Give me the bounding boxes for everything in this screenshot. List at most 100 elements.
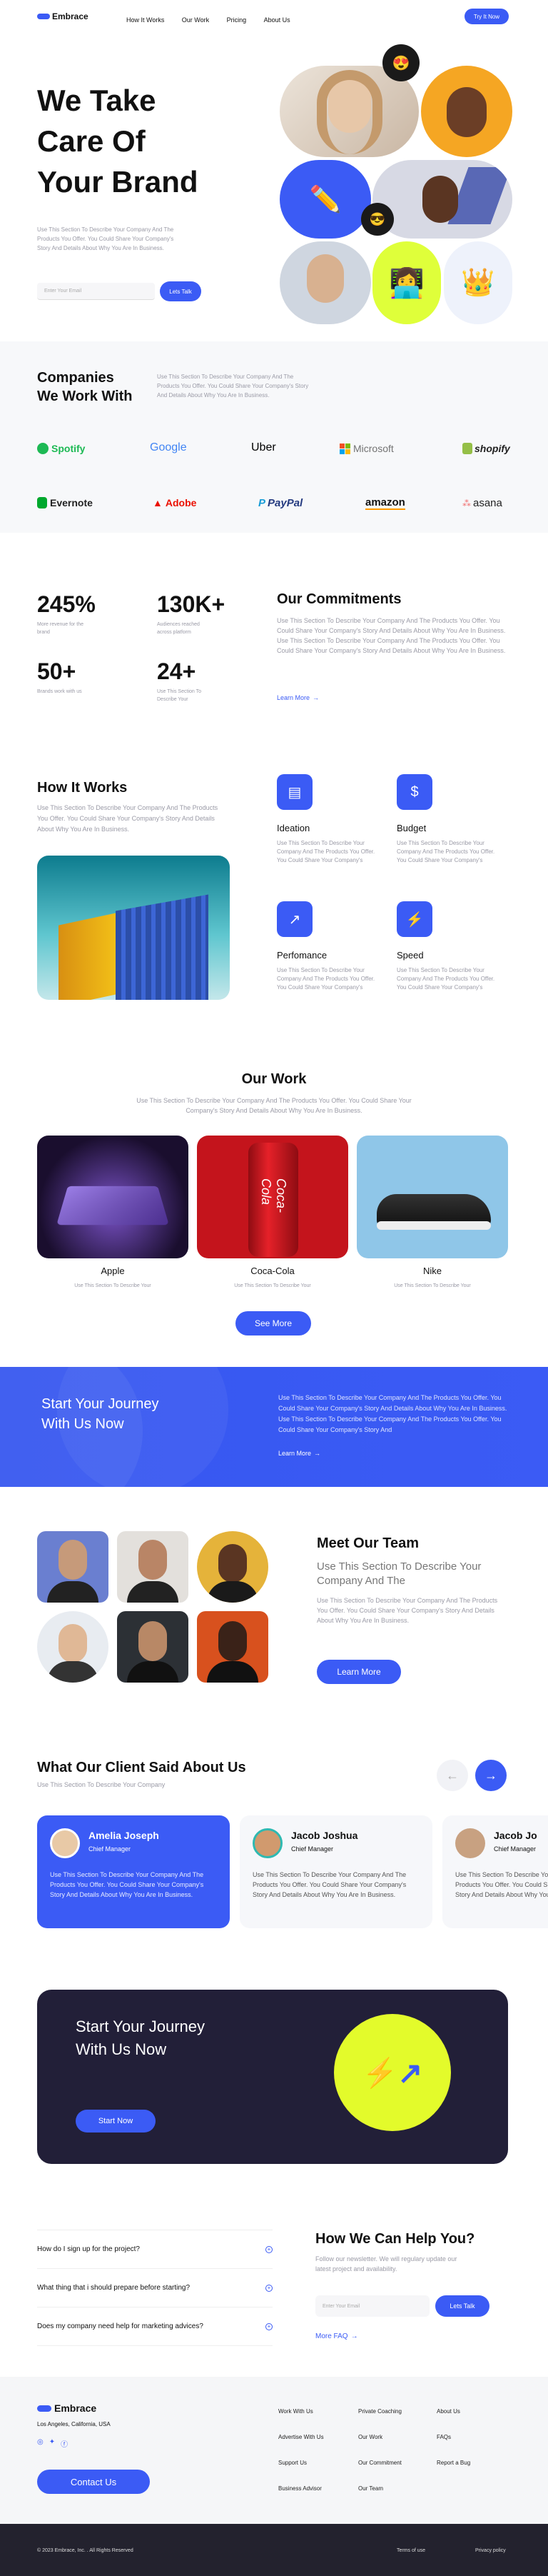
footer-terms-link[interactable]: Terms of use xyxy=(397,2548,425,2553)
feature-speed: ⚡ Speed Use This Section To Describe You… xyxy=(397,901,497,992)
plus-icon: + xyxy=(265,2322,273,2330)
nav-link-about[interactable]: About Us xyxy=(264,16,290,24)
team-subtitle: Use This Section To Describe Your Compan… xyxy=(317,1560,482,1587)
nav-link-work[interactable]: Our Work xyxy=(182,16,209,24)
footer-logo-text: Embrace xyxy=(54,2402,97,2414)
contact-us-button[interactable]: Contact Us xyxy=(37,2470,150,2494)
testimonial-prev-button[interactable]: ← xyxy=(437,1760,468,1791)
logo-microsoft: Microsoft xyxy=(340,443,394,454)
twitter-icon[interactable]: ✦ xyxy=(49,2438,55,2449)
logo-shopify: shopify xyxy=(462,443,510,454)
hero-title-line1: We Take xyxy=(37,84,156,117)
hero-title-line3: Your Brand xyxy=(37,165,198,199)
footer-col-3: About Us FAQs Report a Bug xyxy=(437,2408,470,2466)
stat-3-value: 50+ xyxy=(37,658,76,684)
testimonials-title: What Our Client Said About Us xyxy=(37,1760,246,1775)
facebook-icon[interactable]: ⓕ xyxy=(61,2438,68,2449)
arrow-right-icon: → xyxy=(484,1768,497,1783)
logo-adobe-text: Adobe xyxy=(165,497,197,508)
testimonial-1-role: Chief Manager xyxy=(88,1845,131,1853)
footer-logo[interactable]: Embrace xyxy=(37,2402,96,2414)
stat-4-value: 24+ xyxy=(157,658,196,684)
commitments-title: Our Commitments xyxy=(277,591,402,607)
start-now-button[interactable]: Start Now xyxy=(76,2110,156,2133)
footer-link-support[interactable]: Support Us xyxy=(278,2460,324,2466)
footer-privacy-link[interactable]: Privacy policy xyxy=(475,2548,506,2553)
help-description: Follow our newsletter. We will regulary … xyxy=(315,2255,457,2272)
face-shape xyxy=(307,254,344,303)
team-grid xyxy=(37,1531,270,1683)
building-blue xyxy=(116,894,208,1000)
testimonial-next-button[interactable]: → xyxy=(475,1760,507,1791)
stat-3-label: Brands work with us xyxy=(37,689,82,694)
logo-text: Embrace xyxy=(52,11,88,21)
faq-item-3[interactable]: Does my company need help for marketing … xyxy=(37,2307,273,2346)
faq-question-2: What thing that i should prepare before … xyxy=(37,2284,191,2292)
stat-4-label: Use This Section To Describe Your xyxy=(157,689,201,702)
footer-link-team[interactable]: Our Team xyxy=(358,2485,402,2492)
crown-tile: 👑 xyxy=(444,241,512,324)
how-description: Use This Section To Describe Your Compan… xyxy=(37,804,218,833)
work-description: Use This Section To Describe Your Compan… xyxy=(136,1097,412,1114)
footer-link-faqs[interactable]: FAQs xyxy=(437,2434,470,2440)
footer-col-1: Work With Us Advertise With Us Support U… xyxy=(278,2408,324,2492)
stat-2-value: 130K+ xyxy=(157,591,225,617)
footer-link-report-bug[interactable]: Report a Bug xyxy=(437,2460,470,2466)
trend-up-icon: ↗ xyxy=(277,901,313,937)
chat-bubble-emoji: 😍 xyxy=(382,44,420,81)
adobe-icon: ▲ xyxy=(153,497,163,508)
nav-link-pricing[interactable]: Pricing xyxy=(227,16,247,24)
feature-performance: ↗ Perfomance Use This Section To Describ… xyxy=(277,901,377,992)
nav-links: How It Works Our Work Pricing About Us xyxy=(126,13,305,26)
nav-link-how[interactable]: How It Works xyxy=(126,16,164,24)
footer-link-our-work[interactable]: Our Work xyxy=(358,2434,402,2440)
arrow-left-icon: ← xyxy=(446,1768,459,1783)
stat-1-label: More revenue for the brand xyxy=(37,622,83,635)
hero-description: Use This Section To Describe Your Compan… xyxy=(37,226,174,251)
journey-title-line1: Start Your Journey xyxy=(41,1396,159,1412)
team-learn-more-button[interactable]: Learn More xyxy=(317,1660,401,1684)
faq-question-1: How do I sign up for the project? xyxy=(37,2245,140,2253)
footer-link-about[interactable]: About Us xyxy=(437,2408,470,2415)
commitments-learn-more-link[interactable]: Learn More → xyxy=(277,694,319,701)
footer-link-advisor[interactable]: Business Advisor xyxy=(278,2485,324,2492)
testimonial-2-role: Chief Manager xyxy=(291,1845,334,1853)
team-description: Use This Section To Describe Your Compan… xyxy=(317,1597,498,1624)
feature-ideation-title: Ideation xyxy=(277,823,310,833)
dollar-icon: $ xyxy=(397,774,432,810)
companies-title-line1: Companies xyxy=(37,370,114,386)
faq-item-2[interactable]: What thing that i should prepare before … xyxy=(37,2269,273,2307)
try-it-button[interactable]: Try It Now xyxy=(465,9,509,24)
footer-link-work-with-us[interactable]: Work With Us xyxy=(278,2408,324,2415)
faq-item-1[interactable]: How do I sign up for the project? + xyxy=(37,2230,273,2269)
testimonial-3-text: Use This Section To Describe Your Compan… xyxy=(455,1871,548,1898)
pencil-icon: ✏️ xyxy=(309,184,342,214)
spotify-icon xyxy=(37,443,49,454)
help-title: How We Can Help You? xyxy=(315,2231,475,2247)
hero-photo-man xyxy=(280,241,371,324)
instagram-icon[interactable]: ◎ xyxy=(37,2438,44,2449)
hero-email-input[interactable]: Enter Your Email xyxy=(37,283,155,300)
evernote-icon xyxy=(37,497,47,508)
help-email-input[interactable]: Enter Your Email xyxy=(315,2295,430,2317)
avatar xyxy=(253,1828,283,1858)
hero-lets-talk-button[interactable]: Lets Talk xyxy=(160,281,201,301)
footer-link-advertise[interactable]: Advertise With Us xyxy=(278,2434,324,2440)
work-cocacola-image[interactable]: Coca-Cola xyxy=(197,1136,348,1258)
logo-paypal: P PayPal xyxy=(258,497,303,509)
footer-link-coaching[interactable]: Private Coaching xyxy=(358,2408,402,2415)
work-nike-image[interactable] xyxy=(357,1136,508,1258)
help-lets-talk-button[interactable]: Lets Talk xyxy=(435,2295,489,2317)
footer-link-commitment[interactable]: Our Commitment xyxy=(358,2460,402,2466)
more-faq-link[interactable]: More FAQ → xyxy=(315,2332,358,2340)
work-apple-image[interactable] xyxy=(37,1136,188,1258)
logo[interactable]: Embrace xyxy=(37,11,88,21)
team-member-4 xyxy=(37,1611,108,1683)
feature-ideation-desc: Use This Section To Describe Your Compan… xyxy=(277,840,375,863)
journey-learn-more-link[interactable]: Learn More → xyxy=(278,1450,320,1457)
logo-paypal-text: PayPal xyxy=(268,497,303,509)
team-member-2 xyxy=(117,1531,188,1603)
stat-2-label: Audiences reached across platform xyxy=(157,622,200,635)
see-more-button[interactable]: See More xyxy=(235,1311,311,1335)
logo-asana-text: asana xyxy=(473,497,502,509)
